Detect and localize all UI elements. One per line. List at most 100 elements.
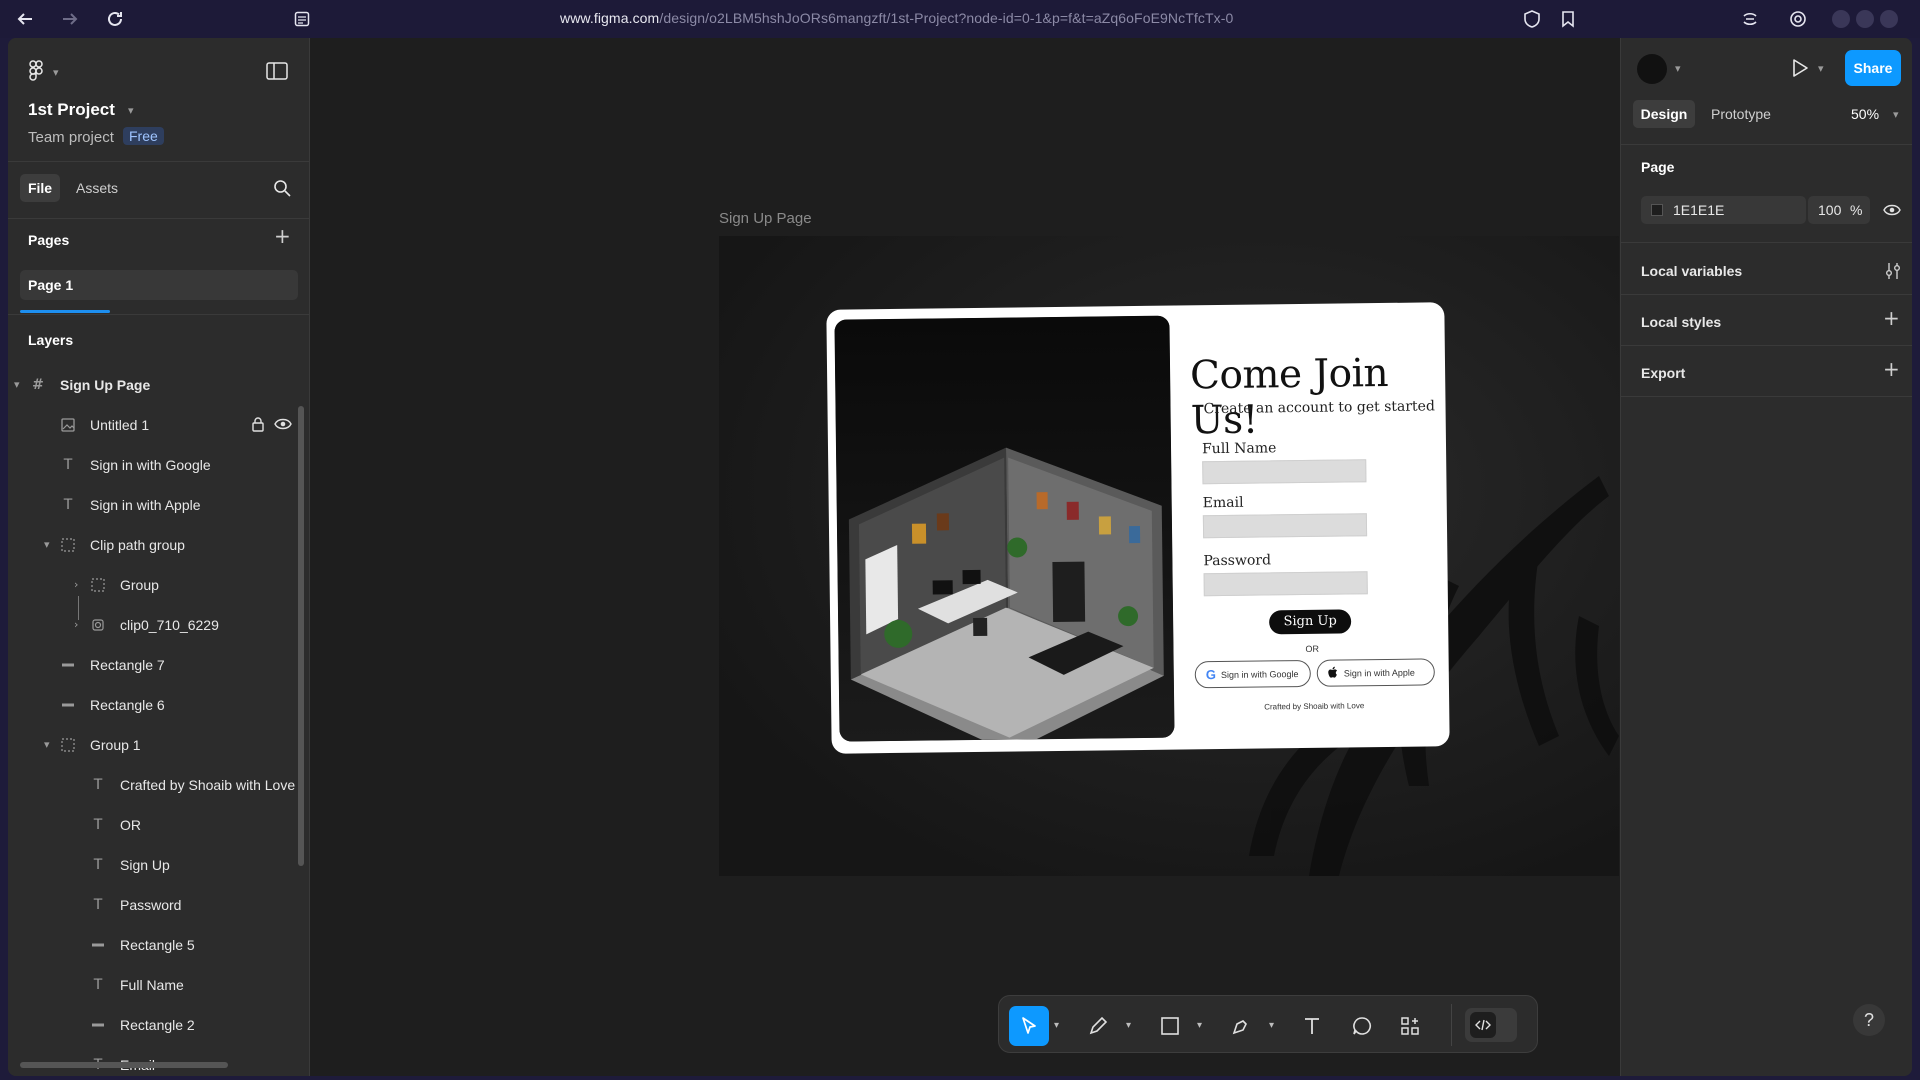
tab-file[interactable]: File (20, 174, 60, 202)
project-title[interactable]: 1st Project (28, 100, 115, 120)
shape-tool-chevron-icon[interactable]: ▾ (1197, 1020, 1202, 1031)
full-name-field[interactable] (1202, 459, 1367, 485)
avatar[interactable] (1637, 54, 1667, 84)
shield-icon[interactable] (1520, 7, 1544, 31)
window-minimize-button[interactable] (1832, 10, 1850, 28)
layer-label: clip0_710_6229 (120, 617, 219, 633)
pencil-tool-button[interactable] (1081, 1009, 1115, 1043)
google-sign-in-button[interactable]: G Sign in with Google (1194, 659, 1311, 689)
layer-item[interactable]: T Sign Up (90, 853, 170, 877)
avatar-menu-chevron-icon[interactable]: ▾ (1675, 62, 1681, 75)
rectangle-tool-button[interactable] (1153, 1009, 1187, 1043)
password-field[interactable] (1203, 571, 1368, 597)
rectangle-icon (90, 937, 106, 953)
main-menu-chevron-icon[interactable]: ▾ (53, 66, 59, 79)
local-variables-heading[interactable]: Local variables (1641, 263, 1742, 279)
page-opacity-value[interactable]: 100 (1818, 202, 1841, 218)
layer-item[interactable]: Clip path group (60, 533, 185, 557)
layer-item[interactable]: T Sign in with Apple (60, 493, 201, 517)
sidebar-toggle-icon[interactable] (266, 62, 288, 85)
layer-item[interactable]: Group (90, 573, 159, 597)
present-menu-chevron-icon[interactable]: ▾ (1818, 62, 1824, 75)
sign-up-button[interactable]: Sign Up (1269, 609, 1352, 635)
layer-item[interactable]: Untitled 1 (60, 413, 149, 437)
layer-item[interactable]: Group 1 (60, 733, 141, 757)
pen-tool-chevron-icon[interactable]: ▾ (1269, 1020, 1274, 1031)
sign-up-frame[interactable]: Come Join Us! Create an account to get s… (719, 236, 1619, 876)
layers-horizontal-scrollbar[interactable] (20, 1062, 228, 1068)
page-color-field[interactable]: 1E1E1E (1641, 196, 1806, 224)
actions-tool-button[interactable] (1393, 1009, 1427, 1043)
layer-item[interactable]: T OR (90, 813, 141, 837)
tab-design[interactable]: Design (1633, 100, 1695, 128)
window-maximize-button[interactable] (1856, 10, 1874, 28)
expand-chevron-icon[interactable]: ▾ (44, 738, 50, 751)
expand-chevron-icon[interactable]: ▾ (14, 378, 20, 391)
frame-label[interactable]: Sign Up Page (719, 210, 812, 227)
page-color-hex[interactable]: 1E1E1E (1673, 202, 1724, 218)
reader-mode-icon[interactable] (290, 7, 314, 31)
lock-icon[interactable] (251, 416, 265, 437)
move-tool-chevron-icon[interactable]: ▾ (1054, 1020, 1059, 1031)
figma-logo-icon[interactable] (28, 60, 46, 87)
variables-settings-icon[interactable] (1885, 262, 1901, 285)
pencil-tool-chevron-icon[interactable]: ▾ (1126, 1020, 1131, 1031)
forward-arrow-icon[interactable] (58, 7, 82, 31)
layer-item[interactable]: T Crafted by Shoaib with Love (90, 773, 295, 797)
email-field[interactable] (1202, 513, 1368, 539)
add-export-icon[interactable]: + (1883, 357, 1900, 381)
isometric-room-image[interactable] (834, 315, 1175, 742)
page-color-swatch[interactable] (1651, 204, 1663, 216)
layer-item[interactable]: Rectangle 7 (60, 653, 165, 677)
layers-vertical-scrollbar[interactable] (298, 406, 304, 866)
collapse-chevron-icon[interactable]: › (74, 578, 78, 591)
help-button[interactable]: ? (1853, 1004, 1885, 1036)
page-item-page-1[interactable]: Page 1 (20, 270, 298, 300)
pen-tool-button[interactable] (1224, 1009, 1258, 1043)
project-menu-chevron-icon[interactable]: ▾ (128, 104, 134, 117)
extension-icon[interactable] (1786, 7, 1810, 31)
page-opacity-field[interactable]: 100 % (1808, 196, 1870, 224)
text-tool-button[interactable] (1295, 1009, 1329, 1043)
search-icon[interactable] (273, 179, 291, 202)
pages-resize-indicator[interactable] (20, 310, 110, 313)
sync-icon[interactable] (1738, 7, 1762, 31)
layer-item[interactable]: T Password (90, 893, 182, 917)
share-button[interactable]: Share (1845, 50, 1901, 86)
visibility-eye-icon[interactable] (274, 417, 292, 436)
comment-tool-button[interactable] (1345, 1009, 1379, 1043)
local-styles-heading[interactable]: Local styles (1641, 314, 1721, 330)
zoom-level[interactable]: 50% (1851, 106, 1879, 122)
move-tool-button[interactable] (1009, 1006, 1049, 1046)
collapse-chevron-icon[interactable]: › (74, 618, 78, 631)
layer-item[interactable]: Rectangle 2 (90, 1013, 195, 1037)
layer-item[interactable]: T Full Name (90, 973, 184, 997)
back-arrow-icon[interactable] (13, 7, 37, 31)
dev-mode-toggle[interactable] (1465, 1008, 1517, 1042)
add-page-icon[interactable]: + (274, 224, 291, 248)
figma-app: ▾ 1st Project ▾ Team project Free File A… (8, 38, 1912, 1076)
bookmark-icon[interactable] (1556, 7, 1580, 31)
add-style-icon[interactable]: + (1883, 306, 1900, 330)
visibility-eye-icon[interactable] (1883, 203, 1901, 222)
export-heading[interactable]: Export (1641, 365, 1685, 381)
google-logo-icon: G (1205, 667, 1217, 683)
layer-item[interactable]: T Sign in with Google (60, 453, 211, 477)
tab-assets[interactable]: Assets (76, 180, 118, 196)
sign-up-card[interactable]: Come Join Us! Create an account to get s… (826, 302, 1450, 754)
divider (1621, 396, 1912, 397)
address-bar[interactable]: www.figma.com/design/o2LBM5hshJoORs6mang… (560, 10, 1233, 26)
plan-badge[interactable]: Free (123, 127, 164, 145)
expand-chevron-icon[interactable]: ▾ (44, 538, 50, 551)
layer-item[interactable]: clip0_710_6229 (90, 613, 219, 637)
tab-prototype[interactable]: Prototype (1711, 106, 1771, 122)
layer-item[interactable]: Rectangle 6 (60, 693, 165, 717)
present-play-icon[interactable] (1791, 58, 1809, 83)
zoom-menu-chevron-icon[interactable]: ▾ (1893, 108, 1899, 121)
layer-item[interactable]: # Sign Up Page (30, 373, 150, 397)
apple-sign-in-button[interactable]: Sign in with Apple (1316, 658, 1435, 687)
reload-icon[interactable] (103, 7, 127, 31)
layer-item[interactable]: Rectangle 5 (90, 933, 195, 957)
window-close-button[interactable] (1880, 10, 1898, 28)
design-canvas[interactable]: Sign Up Page Come Join Us! Create an acc… (310, 38, 1620, 1076)
